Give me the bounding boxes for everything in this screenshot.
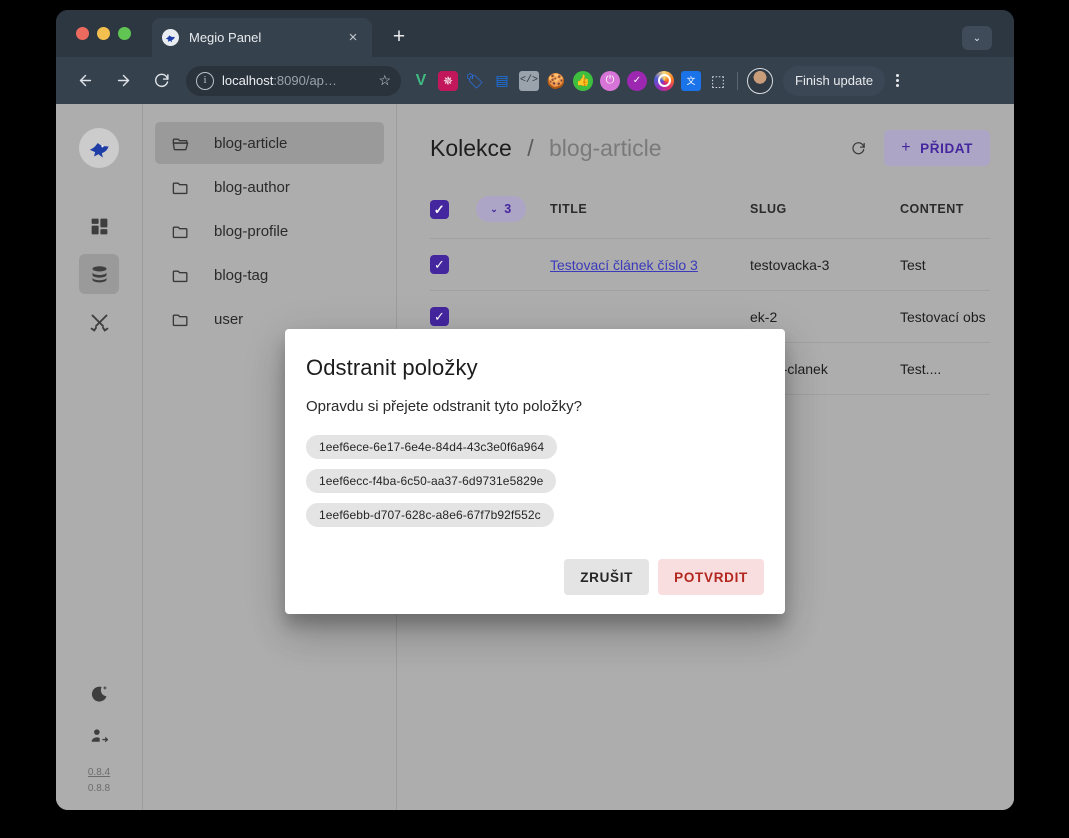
- close-icon[interactable]: ×: [344, 29, 362, 47]
- window-controls: [76, 27, 131, 40]
- site-info-icon[interactable]: i: [196, 71, 214, 90]
- tab-title: Megio Panel: [189, 30, 262, 45]
- cancel-button[interactable]: ZRUŠIT: [564, 559, 650, 595]
- checkmark-extension-icon[interactable]: ✓: [627, 70, 647, 91]
- browser-toolbar: i localhost:8090/ap… ☆ V ✵ 🏷 ▤ </> 🍪 👍 ⏻…: [56, 57, 1014, 104]
- reload-button[interactable]: [146, 66, 176, 96]
- dialog-message: Opravdu si přejete odstranit tyto položk…: [306, 398, 582, 415]
- tag-assistant-icon[interactable]: 🏷: [465, 71, 485, 91]
- browser-window: Megio Panel × + ⌄ i localhost:8090/ap… ☆: [56, 10, 1014, 810]
- cookie-editor-icon[interactable]: 🍪: [546, 71, 566, 91]
- browser-tab[interactable]: Megio Panel ×: [152, 18, 372, 57]
- dialog-title: Odstranit položky: [306, 355, 478, 380]
- tab-strip: Megio Panel × + ⌄: [56, 10, 1014, 57]
- screen: Megio Panel × + ⌄ i localhost:8090/ap… ☆: [0, 0, 1069, 838]
- close-window-button[interactable]: [76, 27, 89, 40]
- instagram-icon[interactable]: [654, 70, 674, 91]
- maximize-window-button[interactable]: [118, 27, 131, 40]
- list-item: 1eef6ebb-d707-628c-a8e6-67f7b92f552c: [306, 503, 554, 527]
- confirm-button[interactable]: POTVRDIT: [658, 559, 764, 595]
- list-item: 1eef6ecc-f4ba-6c50-aa37-6d9731e5829e: [306, 469, 557, 493]
- back-button[interactable]: [70, 66, 100, 96]
- list-item: 1eef6ece-6e17-6e4e-84d4-43c3e0f6a964: [306, 435, 558, 459]
- minimize-window-button[interactable]: [97, 27, 110, 40]
- new-tab-button[interactable]: +: [387, 26, 411, 50]
- url-path: :8090/ap…: [273, 73, 337, 88]
- chevron-down-icon[interactable]: ⌄: [962, 26, 992, 50]
- dialog-id-list: 1eef6ece-6e17-6e4e-84d4-43c3e0f6a964 1ee…: [306, 435, 764, 527]
- cms-extension-icon[interactable]: ✵: [438, 70, 458, 91]
- browser-menu-button[interactable]: [887, 72, 907, 89]
- page-viewport: 0.8.4 0.8.8 blog-article blog-author blo…: [56, 104, 1014, 810]
- shark-logo-icon: [162, 29, 179, 46]
- dialog-actions: ZRUŠIT POTVRDIT: [564, 559, 764, 595]
- finish-update-button[interactable]: Finish update: [783, 65, 886, 96]
- vue-devtools-icon[interactable]: V: [411, 71, 431, 91]
- delete-confirm-dialog: Odstranit položky Opravdu si přejete ods…: [285, 329, 785, 614]
- extensions-puzzle-icon[interactable]: ⬚: [708, 71, 728, 91]
- url-text: localhost:8090/ap…: [222, 73, 372, 88]
- thumbs-up-icon[interactable]: 👍: [573, 70, 593, 91]
- bookmark-star-icon[interactable]: ☆: [378, 72, 391, 89]
- avatar[interactable]: [747, 67, 773, 94]
- forward-button[interactable]: [108, 66, 138, 96]
- bitwarden-icon[interactable]: ▤: [492, 71, 512, 91]
- google-translate-icon[interactable]: 文: [681, 70, 701, 91]
- address-bar[interactable]: i localhost:8090/ap… ☆: [186, 65, 401, 96]
- power-toggle-icon[interactable]: ⏻: [600, 70, 620, 91]
- url-host: localhost: [222, 73, 274, 88]
- extension-bar: V ✵ 🏷 ▤ </> 🍪 👍 ⏻ ✓ 文 ⬚: [411, 70, 728, 91]
- code-inspector-icon[interactable]: </>: [519, 70, 539, 91]
- toolbar-divider: [737, 71, 738, 90]
